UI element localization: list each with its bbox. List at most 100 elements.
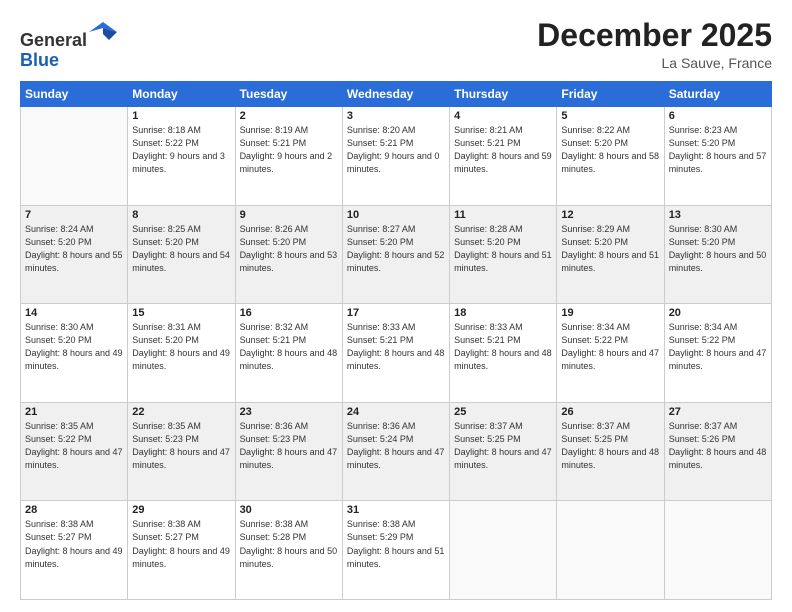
day-number: 27 [669, 406, 767, 418]
header-wednesday: Wednesday [342, 82, 449, 107]
day-info: Sunrise: 8:27 AM Sunset: 5:20 PM Dayligh… [347, 223, 445, 275]
logo-text: General Blue [20, 18, 117, 71]
day-number: 2 [240, 110, 338, 122]
day-number: 26 [561, 406, 659, 418]
table-row [557, 501, 664, 600]
header-saturday: Saturday [664, 82, 771, 107]
day-number: 8 [132, 209, 230, 221]
day-number: 22 [132, 406, 230, 418]
header-tuesday: Tuesday [235, 82, 342, 107]
logo-general: General [20, 30, 87, 50]
day-number: 24 [347, 406, 445, 418]
table-row: 25 Sunrise: 8:37 AM Sunset: 5:25 PM Dayli… [450, 402, 557, 501]
day-info: Sunrise: 8:33 AM Sunset: 5:21 PM Dayligh… [347, 321, 445, 373]
day-number: 19 [561, 307, 659, 319]
day-number: 11 [454, 209, 552, 221]
table-row [664, 501, 771, 600]
calendar-week-row: 1 Sunrise: 8:18 AM Sunset: 5:22 PM Daylig… [21, 107, 772, 206]
location: La Sauve, France [537, 55, 772, 71]
calendar-week-row: 28 Sunrise: 8:38 AM Sunset: 5:27 PM Dayli… [21, 501, 772, 600]
logo-bird-icon [89, 18, 117, 46]
table-row: 19 Sunrise: 8:34 AM Sunset: 5:22 PM Dayli… [557, 304, 664, 403]
table-row: 24Sunrise: 8:36 AM Sunset: 5:24 PM Dayli… [342, 402, 449, 501]
logo-blue: Blue [20, 50, 59, 70]
header: General Blue December 2025 La Sauve, Fra… [20, 18, 772, 71]
calendar-week-row: 14 Sunrise: 8:30 AM Sunset: 5:20 PM Dayli… [21, 304, 772, 403]
day-number: 6 [669, 110, 767, 122]
day-info: Sunrise: 8:35 AM Sunset: 5:23 PM Dayligh… [132, 420, 230, 472]
day-number: 17 [347, 307, 445, 319]
day-info: Sunrise: 8:31 AM Sunset: 5:20 PM Dayligh… [132, 321, 230, 373]
header-friday: Friday [557, 82, 664, 107]
day-info: Sunrise: 8:34 AM Sunset: 5:22 PM Dayligh… [561, 321, 659, 373]
table-row: 27 Sunrise: 8:37 AM Sunset: 5:26 PM Dayli… [664, 402, 771, 501]
day-number: 4 [454, 110, 552, 122]
day-info: Sunrise: 8:38 AM Sunset: 5:27 PM Dayligh… [25, 518, 123, 570]
table-row: 15Sunrise: 8:31 AM Sunset: 5:20 PM Dayli… [128, 304, 235, 403]
day-info: Sunrise: 8:37 AM Sunset: 5:25 PM Dayligh… [454, 420, 552, 472]
day-info: Sunrise: 8:26 AM Sunset: 5:20 PM Dayligh… [240, 223, 338, 275]
day-info: Sunrise: 8:24 AM Sunset: 5:20 PM Dayligh… [25, 223, 123, 275]
table-row: 13Sunrise: 8:30 AM Sunset: 5:20 PM Dayli… [664, 205, 771, 304]
day-number: 20 [669, 307, 767, 319]
day-info: Sunrise: 8:37 AM Sunset: 5:26 PM Dayligh… [669, 420, 767, 472]
day-number: 28 [25, 504, 123, 516]
day-number: 1 [132, 110, 230, 122]
table-row [450, 501, 557, 600]
table-row: 7Sunrise: 8:24 AM Sunset: 5:20 PM Daylig… [21, 205, 128, 304]
month-title: December 2025 [537, 18, 772, 53]
table-row: 22 Sunrise: 8:35 AM Sunset: 5:23 PM Dayli… [128, 402, 235, 501]
table-row: 21Sunrise: 8:35 AM Sunset: 5:22 PM Dayli… [21, 402, 128, 501]
page: General Blue December 2025 La Sauve, Fra… [0, 0, 792, 612]
calendar-week-row: 21Sunrise: 8:35 AM Sunset: 5:22 PM Dayli… [21, 402, 772, 501]
table-row: 17 Sunrise: 8:33 AM Sunset: 5:21 PM Dayli… [342, 304, 449, 403]
day-number: 14 [25, 307, 123, 319]
day-number: 31 [347, 504, 445, 516]
day-info: Sunrise: 8:20 AM Sunset: 5:21 PM Dayligh… [347, 124, 445, 176]
day-info: Sunrise: 8:21 AM Sunset: 5:21 PM Dayligh… [454, 124, 552, 176]
day-info: Sunrise: 8:30 AM Sunset: 5:20 PM Dayligh… [669, 223, 767, 275]
table-row: 4 Sunrise: 8:21 AM Sunset: 5:21 PM Daylig… [450, 107, 557, 206]
table-row: 16 Sunrise: 8:32 AM Sunset: 5:21 PM Dayli… [235, 304, 342, 403]
day-info: Sunrise: 8:37 AM Sunset: 5:25 PM Dayligh… [561, 420, 659, 472]
day-number: 3 [347, 110, 445, 122]
table-row: 31Sunrise: 8:38 AM Sunset: 5:29 PM Dayli… [342, 501, 449, 600]
table-row: 3 Sunrise: 8:20 AM Sunset: 5:21 PM Daylig… [342, 107, 449, 206]
day-info: Sunrise: 8:30 AM Sunset: 5:20 PM Dayligh… [25, 321, 123, 373]
table-row: 26 Sunrise: 8:37 AM Sunset: 5:25 PM Dayli… [557, 402, 664, 501]
table-row: 12Sunrise: 8:29 AM Sunset: 5:20 PM Dayli… [557, 205, 664, 304]
table-row [21, 107, 128, 206]
table-row: 18Sunrise: 8:33 AM Sunset: 5:21 PM Dayli… [450, 304, 557, 403]
table-row: 23Sunrise: 8:36 AM Sunset: 5:23 PM Dayli… [235, 402, 342, 501]
header-thursday: Thursday [450, 82, 557, 107]
title-block: December 2025 La Sauve, France [537, 18, 772, 71]
table-row: 5 Sunrise: 8:22 AM Sunset: 5:20 PM Daylig… [557, 107, 664, 206]
day-number: 25 [454, 406, 552, 418]
day-info: Sunrise: 8:36 AM Sunset: 5:23 PM Dayligh… [240, 420, 338, 472]
day-info: Sunrise: 8:25 AM Sunset: 5:20 PM Dayligh… [132, 223, 230, 275]
day-number: 16 [240, 307, 338, 319]
header-sunday: Sunday [21, 82, 128, 107]
table-row: 20 Sunrise: 8:34 AM Sunset: 5:22 PM Dayli… [664, 304, 771, 403]
day-info: Sunrise: 8:38 AM Sunset: 5:27 PM Dayligh… [132, 518, 230, 570]
day-info: Sunrise: 8:18 AM Sunset: 5:22 PM Dayligh… [132, 124, 230, 176]
day-info: Sunrise: 8:22 AM Sunset: 5:20 PM Dayligh… [561, 124, 659, 176]
day-number: 5 [561, 110, 659, 122]
table-row: 10Sunrise: 8:27 AM Sunset: 5:20 PM Dayli… [342, 205, 449, 304]
day-info: Sunrise: 8:32 AM Sunset: 5:21 PM Dayligh… [240, 321, 338, 373]
table-row: 28 Sunrise: 8:38 AM Sunset: 5:27 PM Dayli… [21, 501, 128, 600]
day-number: 29 [132, 504, 230, 516]
logo: General Blue [20, 18, 117, 71]
day-info: Sunrise: 8:33 AM Sunset: 5:21 PM Dayligh… [454, 321, 552, 373]
table-row: 14 Sunrise: 8:30 AM Sunset: 5:20 PM Dayli… [21, 304, 128, 403]
day-number: 9 [240, 209, 338, 221]
table-row: 6 Sunrise: 8:23 AM Sunset: 5:20 PM Daylig… [664, 107, 771, 206]
table-row: 11Sunrise: 8:28 AM Sunset: 5:20 PM Dayli… [450, 205, 557, 304]
day-info: Sunrise: 8:34 AM Sunset: 5:22 PM Dayligh… [669, 321, 767, 373]
table-row: 30Sunrise: 8:38 AM Sunset: 5:28 PM Dayli… [235, 501, 342, 600]
table-row: 2Sunrise: 8:19 AM Sunset: 5:21 PM Daylig… [235, 107, 342, 206]
table-row: 8 Sunrise: 8:25 AM Sunset: 5:20 PM Daylig… [128, 205, 235, 304]
day-number: 21 [25, 406, 123, 418]
day-info: Sunrise: 8:23 AM Sunset: 5:20 PM Dayligh… [669, 124, 767, 176]
day-number: 30 [240, 504, 338, 516]
